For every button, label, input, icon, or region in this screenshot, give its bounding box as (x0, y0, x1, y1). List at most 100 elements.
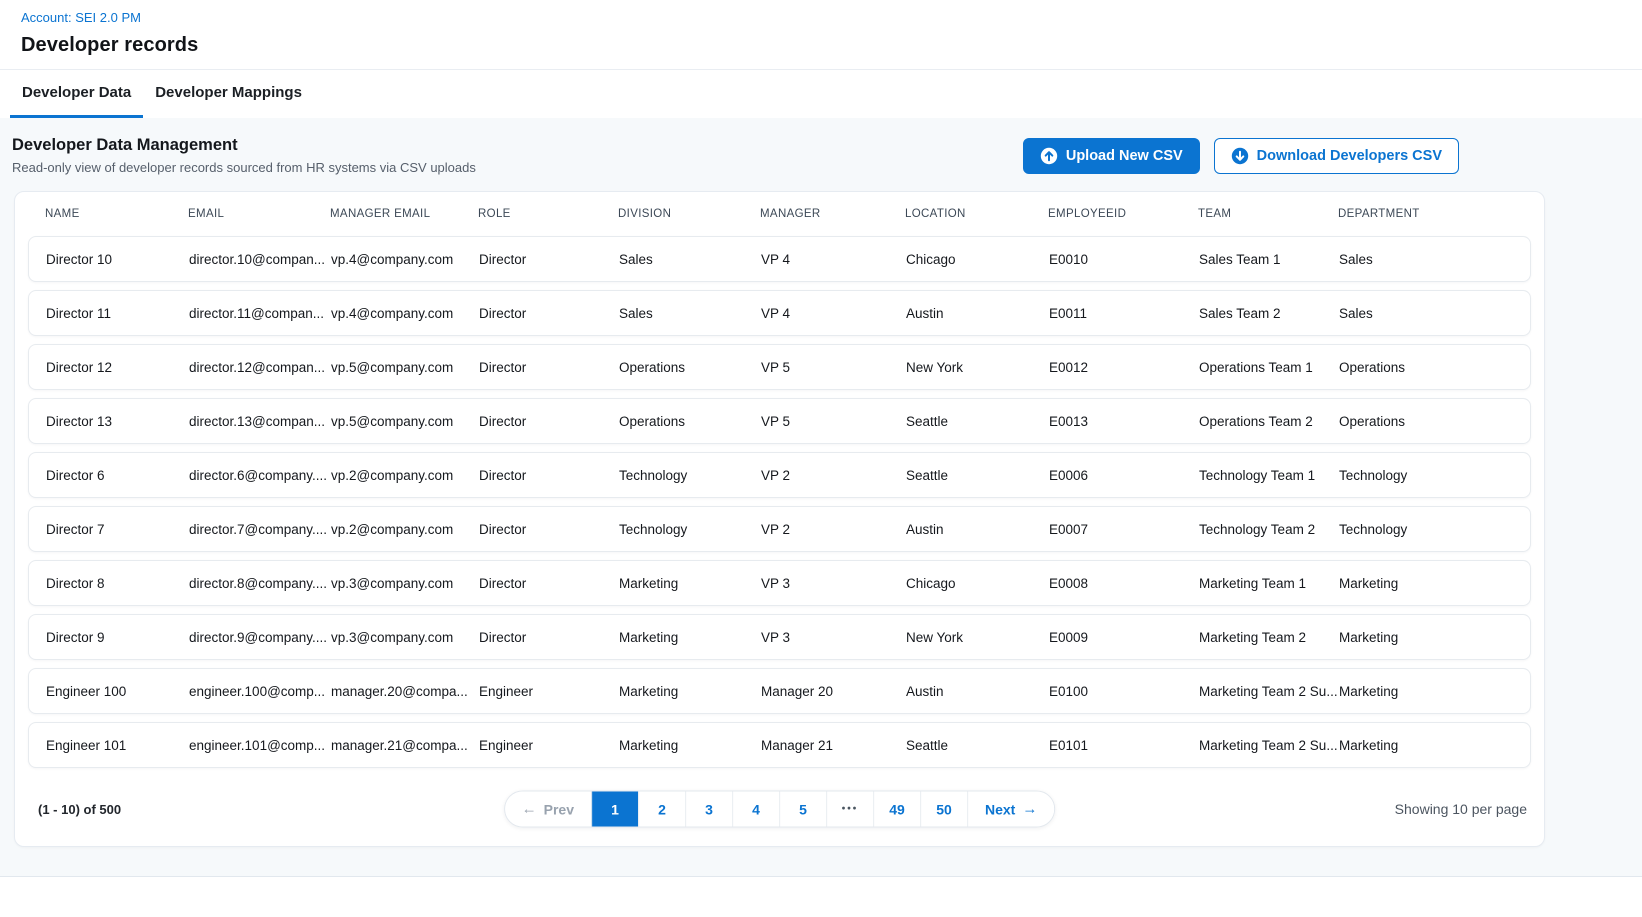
table-cell: Director (479, 522, 619, 537)
table-row: Director 11director.11@compan...vp.4@com… (28, 290, 1531, 336)
table-cell: Manager 21 (761, 738, 906, 753)
table-cell: VP 4 (761, 252, 906, 267)
table-cell: vp.5@company.com (331, 414, 479, 429)
table-row: Engineer 100engineer.100@comp...manager.… (28, 668, 1531, 714)
table-cell: Operations Team 1 (1199, 360, 1339, 375)
table-cell: Technology (1339, 522, 1530, 537)
table-footer: (1 - 10) of 500 ←Prev12345•••4950Next→ S… (28, 776, 1531, 842)
page-header: Account: SEI 2.0 PM Developer records (0, 0, 1642, 70)
table-cell: manager.21@compa... (331, 738, 479, 753)
download-button-label: Download Developers CSV (1257, 148, 1442, 164)
table-cell: Sales (619, 252, 761, 267)
column-header-division: DIVISION (618, 208, 760, 220)
table-row: Director 8director.8@company....vp.3@com… (28, 560, 1531, 606)
developer-records-page: Account: SEI 2.0 PM Developer records De… (0, 0, 1642, 877)
table-row: Director 12director.12@compan...vp.5@com… (28, 344, 1531, 390)
page-button-50[interactable]: 50 (920, 792, 967, 827)
page-button-49[interactable]: 49 (873, 792, 920, 827)
table-cell: Director (479, 306, 619, 321)
table-cell: vp.4@company.com (331, 306, 479, 321)
table-cell: vp.4@company.com (331, 252, 479, 267)
right-arrow-icon: → (1022, 802, 1037, 817)
table-cell: Technology (1339, 468, 1530, 483)
account-link[interactable]: Account: SEI 2.0 PM (21, 10, 141, 25)
table-cell: Engineer 101 (46, 738, 189, 753)
table-cell: director.9@company.... (189, 630, 331, 645)
table-cell: Marketing Team 2 (1199, 630, 1339, 645)
column-header-manager-email: MANAGER EMAIL (330, 208, 478, 220)
pagination-ellipsis: ••• (826, 792, 873, 827)
page-button-4[interactable]: 4 (732, 792, 779, 827)
table-cell: Austin (906, 522, 1049, 537)
table-cell: VP 4 (761, 306, 906, 321)
table-cell: E0007 (1049, 522, 1199, 537)
table-cell: Engineer 100 (46, 684, 189, 699)
table-row: Director 9director.9@company....vp.3@com… (28, 614, 1531, 660)
table-header-row: NAMEEMAILMANAGER EMAILROLEDIVISIONMANAGE… (28, 192, 1531, 236)
table-cell: VP 3 (761, 630, 906, 645)
table-cell: Director 6 (46, 468, 189, 483)
csv-actions: Upload New CSV Download Developers CSV (1023, 138, 1459, 174)
table-cell: E0013 (1049, 414, 1199, 429)
tab-bar: Developer DataDeveloper Mappings (0, 70, 1642, 118)
table-cell: E0101 (1049, 738, 1199, 753)
table-cell: VP 5 (761, 414, 906, 429)
tab-developer-mappings[interactable]: Developer Mappings (143, 70, 314, 118)
page-button-3[interactable]: 3 (685, 792, 732, 827)
table-cell: Marketing (1339, 738, 1530, 753)
table-cell: E0100 (1049, 684, 1199, 699)
table-cell: vp.2@company.com (331, 468, 479, 483)
column-header-team: TEAM (1198, 208, 1338, 220)
pagination: ←Prev12345•••4950Next→ (504, 791, 1056, 828)
table-row: Director 7director.7@company....vp.2@com… (28, 506, 1531, 552)
table-cell: Seattle (906, 468, 1049, 483)
table-cell: Operations (619, 360, 761, 375)
table-cell: Marketing (1339, 630, 1530, 645)
table-cell: E0010 (1049, 252, 1199, 267)
next-button[interactable]: Next→ (967, 792, 1054, 827)
table-cell: Manager 20 (761, 684, 906, 699)
upload-new-csv-button[interactable]: Upload New CSV (1023, 138, 1200, 174)
table-row: Engineer 101engineer.101@comp...manager.… (28, 722, 1531, 768)
page-button-1[interactable]: 1 (591, 792, 638, 827)
table-cell: Seattle (906, 738, 1049, 753)
column-header-name: NAME (45, 208, 188, 220)
table-cell: Technology Team 2 (1199, 522, 1339, 537)
table-row: Director 10director.10@compan...vp.4@com… (28, 236, 1531, 282)
table-cell: director.12@compan... (189, 360, 331, 375)
table-cell: Director 7 (46, 522, 189, 537)
table-cell: New York (906, 360, 1049, 375)
pagination-range: (1 - 10) of 500 (32, 802, 121, 817)
table-cell: New York (906, 630, 1049, 645)
table-cell: Operations Team 2 (1199, 414, 1339, 429)
table-cell: Operations (619, 414, 761, 429)
table-cell: Director (479, 468, 619, 483)
section-header: Developer Data Management Read-only view… (0, 118, 1642, 175)
table-cell: Director 13 (46, 414, 189, 429)
table-cell: director.10@compan... (189, 252, 331, 267)
table-cell: Sales Team 2 (1199, 306, 1339, 321)
tab-developer-data[interactable]: Developer Data (10, 70, 143, 118)
table-cell: VP 2 (761, 522, 906, 537)
table-cell: Technology Team 1 (1199, 468, 1339, 483)
table-cell: E0009 (1049, 630, 1199, 645)
table-cell: Marketing Team 2 Su... (1199, 738, 1339, 753)
table-cell: Marketing (1339, 684, 1530, 699)
table-cell: VP 2 (761, 468, 906, 483)
table-cell: manager.20@compa... (331, 684, 479, 699)
table-cell: Director (479, 360, 619, 375)
table-cell: Chicago (906, 252, 1049, 267)
section-title: Developer Data Management (12, 136, 476, 155)
table-cell: Sales (1339, 252, 1530, 267)
table-cell: Director (479, 252, 619, 267)
page-button-2[interactable]: 2 (638, 792, 685, 827)
table-cell: vp.3@company.com (331, 576, 479, 591)
table-cell: Sales Team 1 (1199, 252, 1339, 267)
prev-button[interactable]: ←Prev (505, 792, 591, 827)
table-cell: engineer.100@comp... (189, 684, 331, 699)
table-cell: Director 9 (46, 630, 189, 645)
download-developers-csv-button[interactable]: Download Developers CSV (1214, 138, 1459, 174)
upload-icon (1040, 147, 1058, 165)
page-button-5[interactable]: 5 (779, 792, 826, 827)
table-cell: Marketing Team 1 (1199, 576, 1339, 591)
